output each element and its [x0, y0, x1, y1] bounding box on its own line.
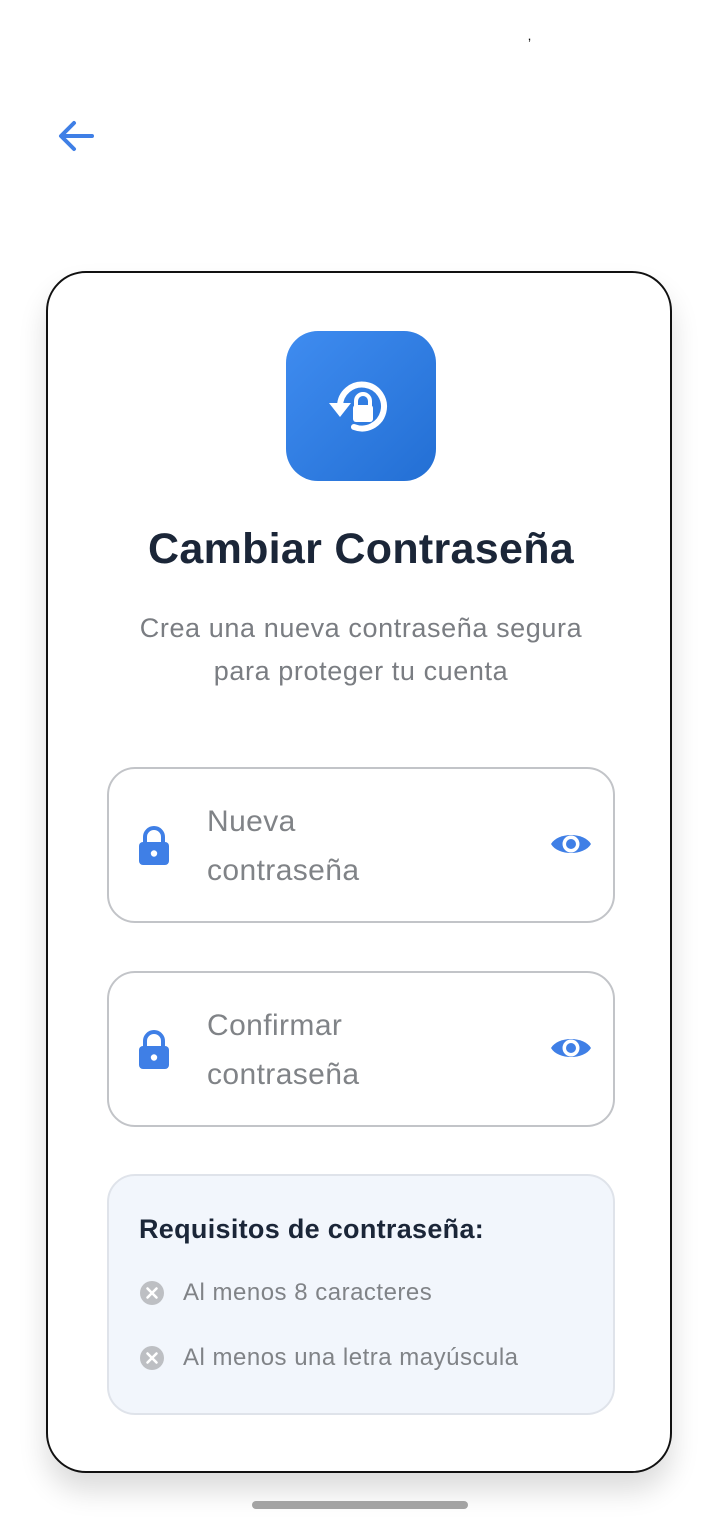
confirm-password-placeholder: Confirmar contraseña — [207, 1009, 360, 1091]
lock-icon — [139, 826, 169, 865]
requirements-title: Requisitos de contraseña: — [139, 1214, 485, 1244]
x-circle-icon — [140, 1346, 164, 1370]
eye-icon[interactable] — [549, 827, 593, 861]
requirement-text: Al menos una letra mayúscula — [183, 1344, 519, 1371]
app-icon — [286, 331, 436, 481]
lock-reset-icon — [329, 381, 387, 432]
requirement-item: Al menos una letra mayúscula — [139, 1344, 519, 1372]
back-button[interactable] — [52, 112, 100, 160]
requirement-text: Al menos 8 caracteres — [183, 1279, 433, 1306]
eye-icon[interactable] — [549, 1031, 593, 1065]
confirm-password-field[interactable]: Confirmar contraseña — [107, 971, 615, 1127]
status-bar-mark: ʼ — [528, 36, 532, 52]
password-requirements: Requisitos de contraseña: Al menos 8 car… — [107, 1174, 615, 1415]
lock-icon — [139, 1030, 169, 1069]
new-password-field[interactable]: Nueva contraseña — [107, 767, 615, 923]
page-title: Cambiar Contraseña — [148, 525, 574, 573]
change-password-screen: ʼ Cambiar Contraseña Crea una nueva cont… — [0, 0, 720, 1520]
change-password-card: Cambiar Contraseña Crea una nueva contra… — [46, 271, 672, 1473]
x-circle-icon — [140, 1281, 164, 1305]
new-password-placeholder: Nueva contraseña — [207, 805, 360, 887]
requirement-item: Al menos 8 caracteres — [139, 1279, 432, 1307]
page-subtitle: Crea una nueva contraseña segura para pr… — [139, 613, 583, 686]
home-indicator[interactable] — [252, 1501, 468, 1509]
arrow-left-icon — [59, 121, 94, 151]
